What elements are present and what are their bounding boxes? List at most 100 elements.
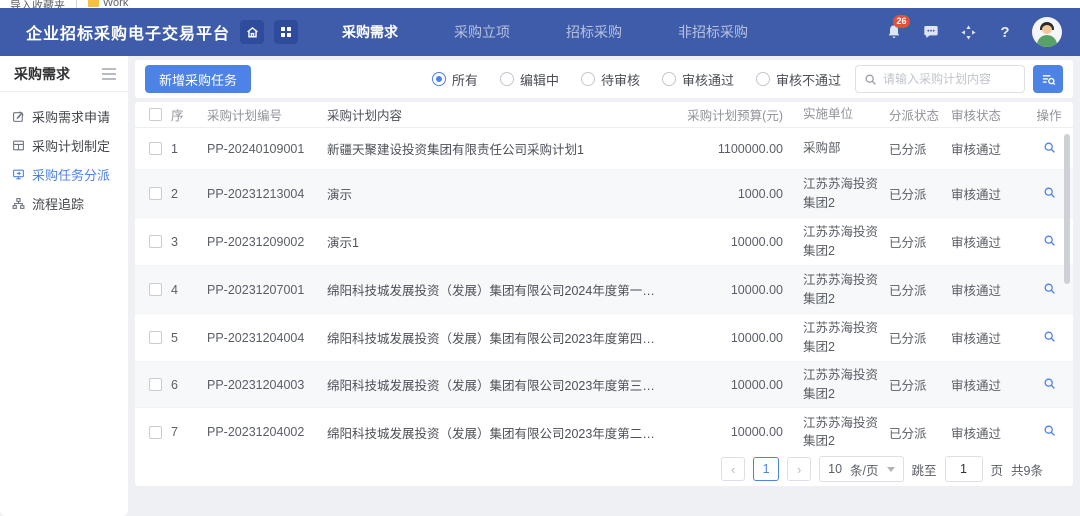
view-detail-icon[interactable] [1043, 330, 1056, 343]
row-checkbox[interactable] [149, 331, 162, 344]
folder-icon [88, 0, 99, 7]
header-seq: 序 [171, 105, 207, 124]
table-row[interactable]: 1 PP-20240109001 新疆天聚建设投资集团有限责任公司采购计划1 1… [135, 128, 1073, 170]
search-box [855, 65, 1025, 93]
cell-plan-content: 绵阳科技城发展投资（发展）集团有限公司2023年度第四季度采购 [327, 328, 667, 347]
cell-seq: 1 [171, 142, 207, 156]
header-audit-status: 审核状态 [947, 105, 1025, 124]
scrollbar-thumb[interactable] [1064, 134, 1070, 284]
prev-page-button[interactable]: ‹ [721, 457, 745, 481]
cell-seq: 3 [171, 235, 207, 249]
avatar-body [1037, 35, 1057, 47]
cell-audit-status: 审核通过 [947, 232, 1025, 251]
cell-plan-code: PP-20231204002 [207, 425, 327, 439]
cell-audit-status: 审核通过 [947, 184, 1025, 203]
cell-budget: 1000.00 [667, 187, 787, 201]
table-row[interactable]: 3 PP-20231209002 演示1 10000.00 江苏苏海投资集团2 … [135, 218, 1073, 266]
chevron-down-icon [887, 467, 895, 472]
search-input[interactable] [883, 72, 1016, 86]
view-detail-icon[interactable] [1043, 282, 1056, 295]
view-detail-icon[interactable] [1043, 424, 1056, 437]
table-row[interactable]: 7 PP-20231204002 绵阳科技城发展投资（发展）集团有限公司2023… [135, 408, 1073, 456]
sidebar-item-task-dispatch[interactable]: 采购任务分派 [0, 160, 128, 189]
table-scrollbar[interactable] [1063, 132, 1071, 452]
row-checkbox[interactable] [149, 187, 162, 200]
notification-badge: 26 [893, 15, 910, 28]
sidebar-item-demand-apply[interactable]: 采购需求申请 [0, 102, 128, 131]
filter-editing[interactable]: 编辑中 [500, 70, 559, 89]
sidebar-item-plan-make[interactable]: 采购计划制定 [0, 131, 128, 160]
cell-budget: 10000.00 [667, 235, 787, 249]
sidebar-item-label: 采购计划制定 [32, 136, 110, 155]
sidebar-item-process-track[interactable]: 流程追踪 [0, 189, 128, 218]
table-row[interactable]: 6 PP-20231204003 绵阳科技城发展投资（发展）集团有限公司2023… [135, 362, 1073, 408]
table-row[interactable]: 4 PP-20231207001 绵阳科技城发展投资（发展）集团有限公司2024… [135, 266, 1073, 314]
cell-plan-code: PP-20240109001 [207, 142, 327, 156]
cell-plan-content: 绵阳科技城发展投资（发展）集团有限公司2024年度第一季度采购 [327, 280, 667, 299]
apps-grid-button[interactable] [274, 20, 298, 44]
user-avatar[interactable] [1032, 17, 1062, 47]
row-checkbox[interactable] [149, 283, 162, 296]
cell-budget: 10000.00 [667, 283, 787, 297]
cell-unit: 采购部 [787, 139, 883, 157]
row-checkbox[interactable] [149, 235, 162, 248]
bookmark-import[interactable]: 导入收藏夹 [10, 0, 65, 8]
select-all-checkbox[interactable] [149, 108, 162, 121]
header-plan-code: 采购计划编号 [207, 105, 327, 124]
advanced-search-button[interactable] [1033, 65, 1063, 93]
next-page-button[interactable]: › [787, 457, 811, 481]
jump-to-label: 跳至 [912, 460, 937, 479]
cell-plan-code: PP-20231213004 [207, 187, 327, 201]
page-size-value: 10 [828, 462, 842, 476]
filter-approved[interactable]: 审核通过 [662, 70, 734, 89]
cell-seq: 4 [171, 283, 207, 297]
add-task-button[interactable]: 新增采购任务 [145, 65, 251, 93]
table-header-row: 序 采购计划编号 采购计划内容 采购计划预算(元) 实施单位 分派状态 审核状态… [135, 102, 1073, 128]
nav-non-bidding-procurement[interactable]: 非招标采购 [678, 22, 748, 42]
collapse-menu-icon[interactable] [102, 65, 116, 83]
cell-unit: 江苏苏海投资集团2 [787, 366, 883, 402]
jump-page-input[interactable] [945, 456, 983, 482]
flow-chart-icon [12, 197, 25, 210]
home-button[interactable] [240, 20, 264, 44]
header-dispatch-status: 分派状态 [883, 105, 947, 124]
messages-button[interactable] [921, 22, 941, 42]
sidebar-item-label: 流程追踪 [32, 194, 84, 213]
filter-pending-review[interactable]: 待审核 [581, 70, 640, 89]
radio-icon [756, 72, 770, 86]
procurement-table-card: 序 采购计划编号 采购计划内容 采购计划预算(元) 实施单位 分派状态 审核状态… [135, 102, 1073, 486]
four-arrows-icon [960, 24, 977, 41]
table-row[interactable]: 5 PP-20231204004 绵阳科技城发展投资（发展）集团有限公司2023… [135, 314, 1073, 362]
nav-procurement-initiation[interactable]: 采购立项 [454, 22, 510, 42]
cell-unit: 江苏苏海投资集团2 [787, 223, 883, 259]
browser-bookmarks-bar: 导入收藏夹 | Work [0, 0, 1080, 8]
row-checkbox[interactable] [149, 426, 162, 439]
avatar-face [1042, 25, 1052, 34]
view-detail-icon[interactable] [1043, 141, 1056, 154]
view-detail-icon[interactable] [1043, 234, 1056, 247]
filter-all[interactable]: 所有 [432, 70, 478, 89]
filter-rejected[interactable]: 审核不通过 [756, 70, 841, 89]
bookmark-folder-label: Work [103, 0, 128, 8]
sidebar-item-label: 采购需求申请 [32, 107, 110, 126]
help-button[interactable]: ? [995, 22, 1015, 42]
notifications-button[interactable]: 26 [884, 22, 904, 42]
page-size-select[interactable]: 10 条/页 [819, 456, 903, 482]
bookmark-folder-work[interactable]: Work [88, 0, 128, 8]
toolbar: 新增采购任务 所有 编辑中 待审核 审核通过 审核不通过 [135, 60, 1073, 98]
page-size-unit: 条/页 [850, 460, 878, 479]
chat-icon [923, 24, 939, 40]
current-page-button[interactable]: 1 [753, 457, 779, 481]
nav-bidding-procurement[interactable]: 招标采购 [566, 22, 622, 42]
nav-procurement-demand[interactable]: 采购需求 [342, 22, 398, 42]
row-checkbox[interactable] [149, 142, 162, 155]
sidebar-item-label: 采购任务分派 [32, 165, 110, 184]
cell-audit-status: 审核通过 [947, 139, 1025, 158]
edit-square-icon [12, 110, 25, 123]
app-header: 企业招标采购电子交易平台 采购需求 采购立项 招标采购 非招标采购 26 [0, 8, 1080, 56]
view-detail-icon[interactable] [1043, 377, 1056, 390]
navigation-compass-button[interactable] [958, 22, 978, 42]
table-row[interactable]: 2 PP-20231213004 演示 1000.00 江苏苏海投资集团2 已分… [135, 170, 1073, 218]
view-detail-icon[interactable] [1043, 186, 1056, 199]
row-checkbox[interactable] [149, 378, 162, 391]
